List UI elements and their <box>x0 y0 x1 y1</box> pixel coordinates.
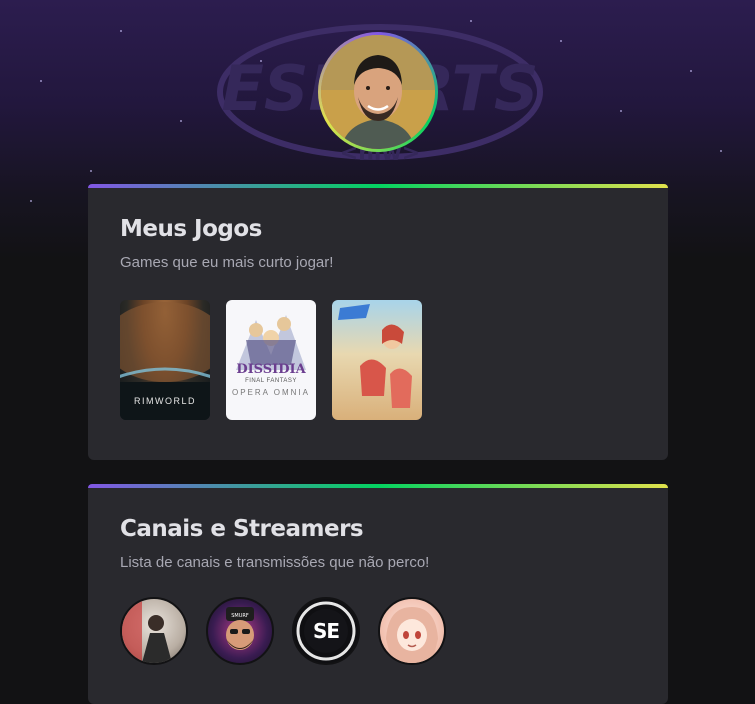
game-cover-subtitle-2: OPERA OMNIA <box>231 388 310 397</box>
streamer-illustration: SMURF <box>226 607 254 650</box>
streamers-list: SMURF SE <box>120 597 636 665</box>
profile-avatar <box>318 32 438 152</box>
streamer-initials: SE <box>312 619 340 643</box>
streamer-avatar-4[interactable] <box>378 597 446 665</box>
streamer-avatar-3[interactable]: SE <box>292 597 360 665</box>
streamers-card: Canais e Streamers Lista de canais e tra… <box>88 484 668 704</box>
game-cover-subtitle: FINAL FANTASY <box>245 378 297 384</box>
characters-illustration <box>338 304 412 408</box>
streamers-card-title: Canais e Streamers <box>120 516 364 542</box>
game-cover-ragnarok[interactable] <box>332 300 422 420</box>
profile-photo <box>321 35 435 149</box>
games-card-subtitle: Games que eu mais curto jogar! <box>120 254 334 271</box>
card-accent-bar <box>88 484 668 488</box>
characters-illustration <box>236 315 306 370</box>
streamer-avatar-2[interactable]: SMURF <box>206 597 274 665</box>
game-cover-rimworld[interactable]: RIMWORLD <box>120 300 210 420</box>
svg-text:SMURF: SMURF <box>231 613 249 619</box>
games-list: RIMWORLD DISSIDIA FINAL FANTASY OPERA OM… <box>120 300 636 420</box>
games-card-title: Meus Jogos <box>120 216 262 242</box>
game-cover-dissidia[interactable]: DISSIDIA FINAL FANTASY OPERA OMNIA <box>226 300 316 420</box>
game-cover-title: DISSIDIA <box>236 362 306 377</box>
streamer-illustration <box>122 599 172 663</box>
streamer-illustration <box>386 607 438 663</box>
game-cover-title: RIMWORLD <box>134 396 196 406</box>
card-accent-bar <box>88 184 668 188</box>
streamer-avatar-1[interactable] <box>120 597 188 665</box>
games-card: Meus Jogos Games que eu mais curto jogar… <box>88 184 668 460</box>
streamers-card-subtitle: Lista de canais e transmissões que não p… <box>120 554 430 571</box>
